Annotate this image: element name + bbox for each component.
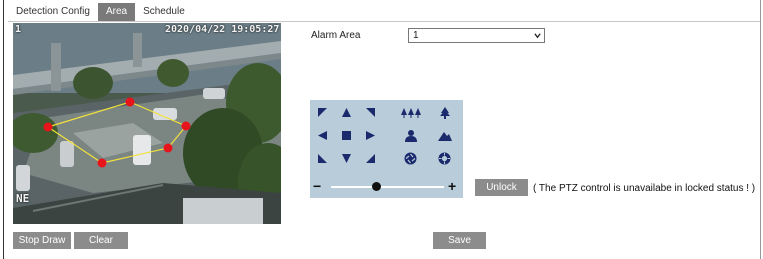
arrow-right-icon (366, 131, 375, 140)
compass-label: NE (16, 192, 30, 205)
focus-far-button[interactable] (434, 125, 455, 146)
arrow-down-left-icon (318, 154, 327, 163)
arrow-down-icon (342, 154, 351, 163)
alarm-area-label: Alarm Area (311, 30, 361, 41)
iris-close-icon (404, 152, 417, 165)
channel-label: 1 (15, 24, 22, 35)
iris-open-button[interactable] (434, 148, 455, 169)
ptz-stop-button[interactable] (336, 125, 357, 146)
tab-area[interactable]: Area (97, 3, 136, 21)
pan-up-left-button[interactable] (312, 102, 333, 123)
save-button[interactable]: Save (433, 232, 486, 249)
tab-detection-config[interactable]: Detection Config (8, 3, 98, 21)
tab-schedule[interactable]: Schedule (135, 3, 193, 21)
tab-underline (8, 21, 760, 22)
region-point[interactable] (181, 121, 191, 131)
chevron-down-icon (534, 33, 541, 39)
arrow-up-left-icon (318, 108, 327, 117)
region-point[interactable] (163, 143, 173, 153)
frame-right-border (760, 0, 761, 259)
zoom-out-button[interactable] (396, 102, 426, 123)
alarm-area-select[interactable]: 1 (408, 28, 545, 43)
timestamp-overlay: 2020/04/22 19:05:27 (165, 24, 280, 35)
focus-far-mountain-icon (437, 132, 452, 141)
ptz-control-panel (310, 100, 463, 198)
speed-increase-button[interactable]: + (448, 177, 456, 195)
pan-up-button[interactable] (336, 102, 357, 123)
focus-near-button[interactable] (400, 125, 421, 146)
arrow-down-right-icon (366, 154, 375, 163)
pan-left-button[interactable] (312, 125, 333, 146)
alarm-area-value: 1 (413, 30, 419, 41)
pan-up-right-button[interactable] (360, 102, 381, 123)
zoom-out-trees-icon (401, 107, 421, 118)
camera-scene (13, 23, 281, 224)
speed-slider-track[interactable] (331, 186, 444, 188)
speed-decrease-button[interactable]: − (313, 177, 321, 195)
ptz-locked-note: ( The PTZ control is unavailabe in locke… (533, 183, 756, 194)
clear-button[interactable]: Clear (74, 232, 128, 249)
pan-down-left-button[interactable] (312, 148, 333, 169)
region-point[interactable] (43, 122, 53, 132)
speed-slider-thumb[interactable] (371, 182, 381, 191)
unlock-button[interactable]: Unlock (475, 179, 528, 196)
region-point[interactable] (125, 97, 135, 107)
pan-right-button[interactable] (360, 125, 381, 146)
zoom-in-tree-icon (439, 106, 450, 119)
frame-left-border (3, 0, 4, 259)
tab-bar: Detection Config Area Schedule (8, 3, 193, 21)
iris-close-button[interactable] (400, 148, 421, 169)
pan-down-right-button[interactable] (360, 148, 381, 169)
arrow-left-icon (318, 131, 327, 140)
focus-near-person-icon (404, 129, 417, 142)
pan-down-button[interactable] (336, 148, 357, 169)
region-point[interactable] (97, 158, 107, 168)
arrow-up-right-icon (366, 108, 375, 117)
zoom-in-button[interactable] (434, 102, 455, 123)
stop-square-icon (342, 131, 351, 140)
arrow-up-icon (342, 108, 351, 117)
video-preview[interactable]: 1 2020/04/22 19:05:27 NE (13, 23, 281, 224)
stop-draw-button[interactable]: Stop Draw (13, 232, 71, 249)
iris-open-icon (438, 152, 451, 165)
